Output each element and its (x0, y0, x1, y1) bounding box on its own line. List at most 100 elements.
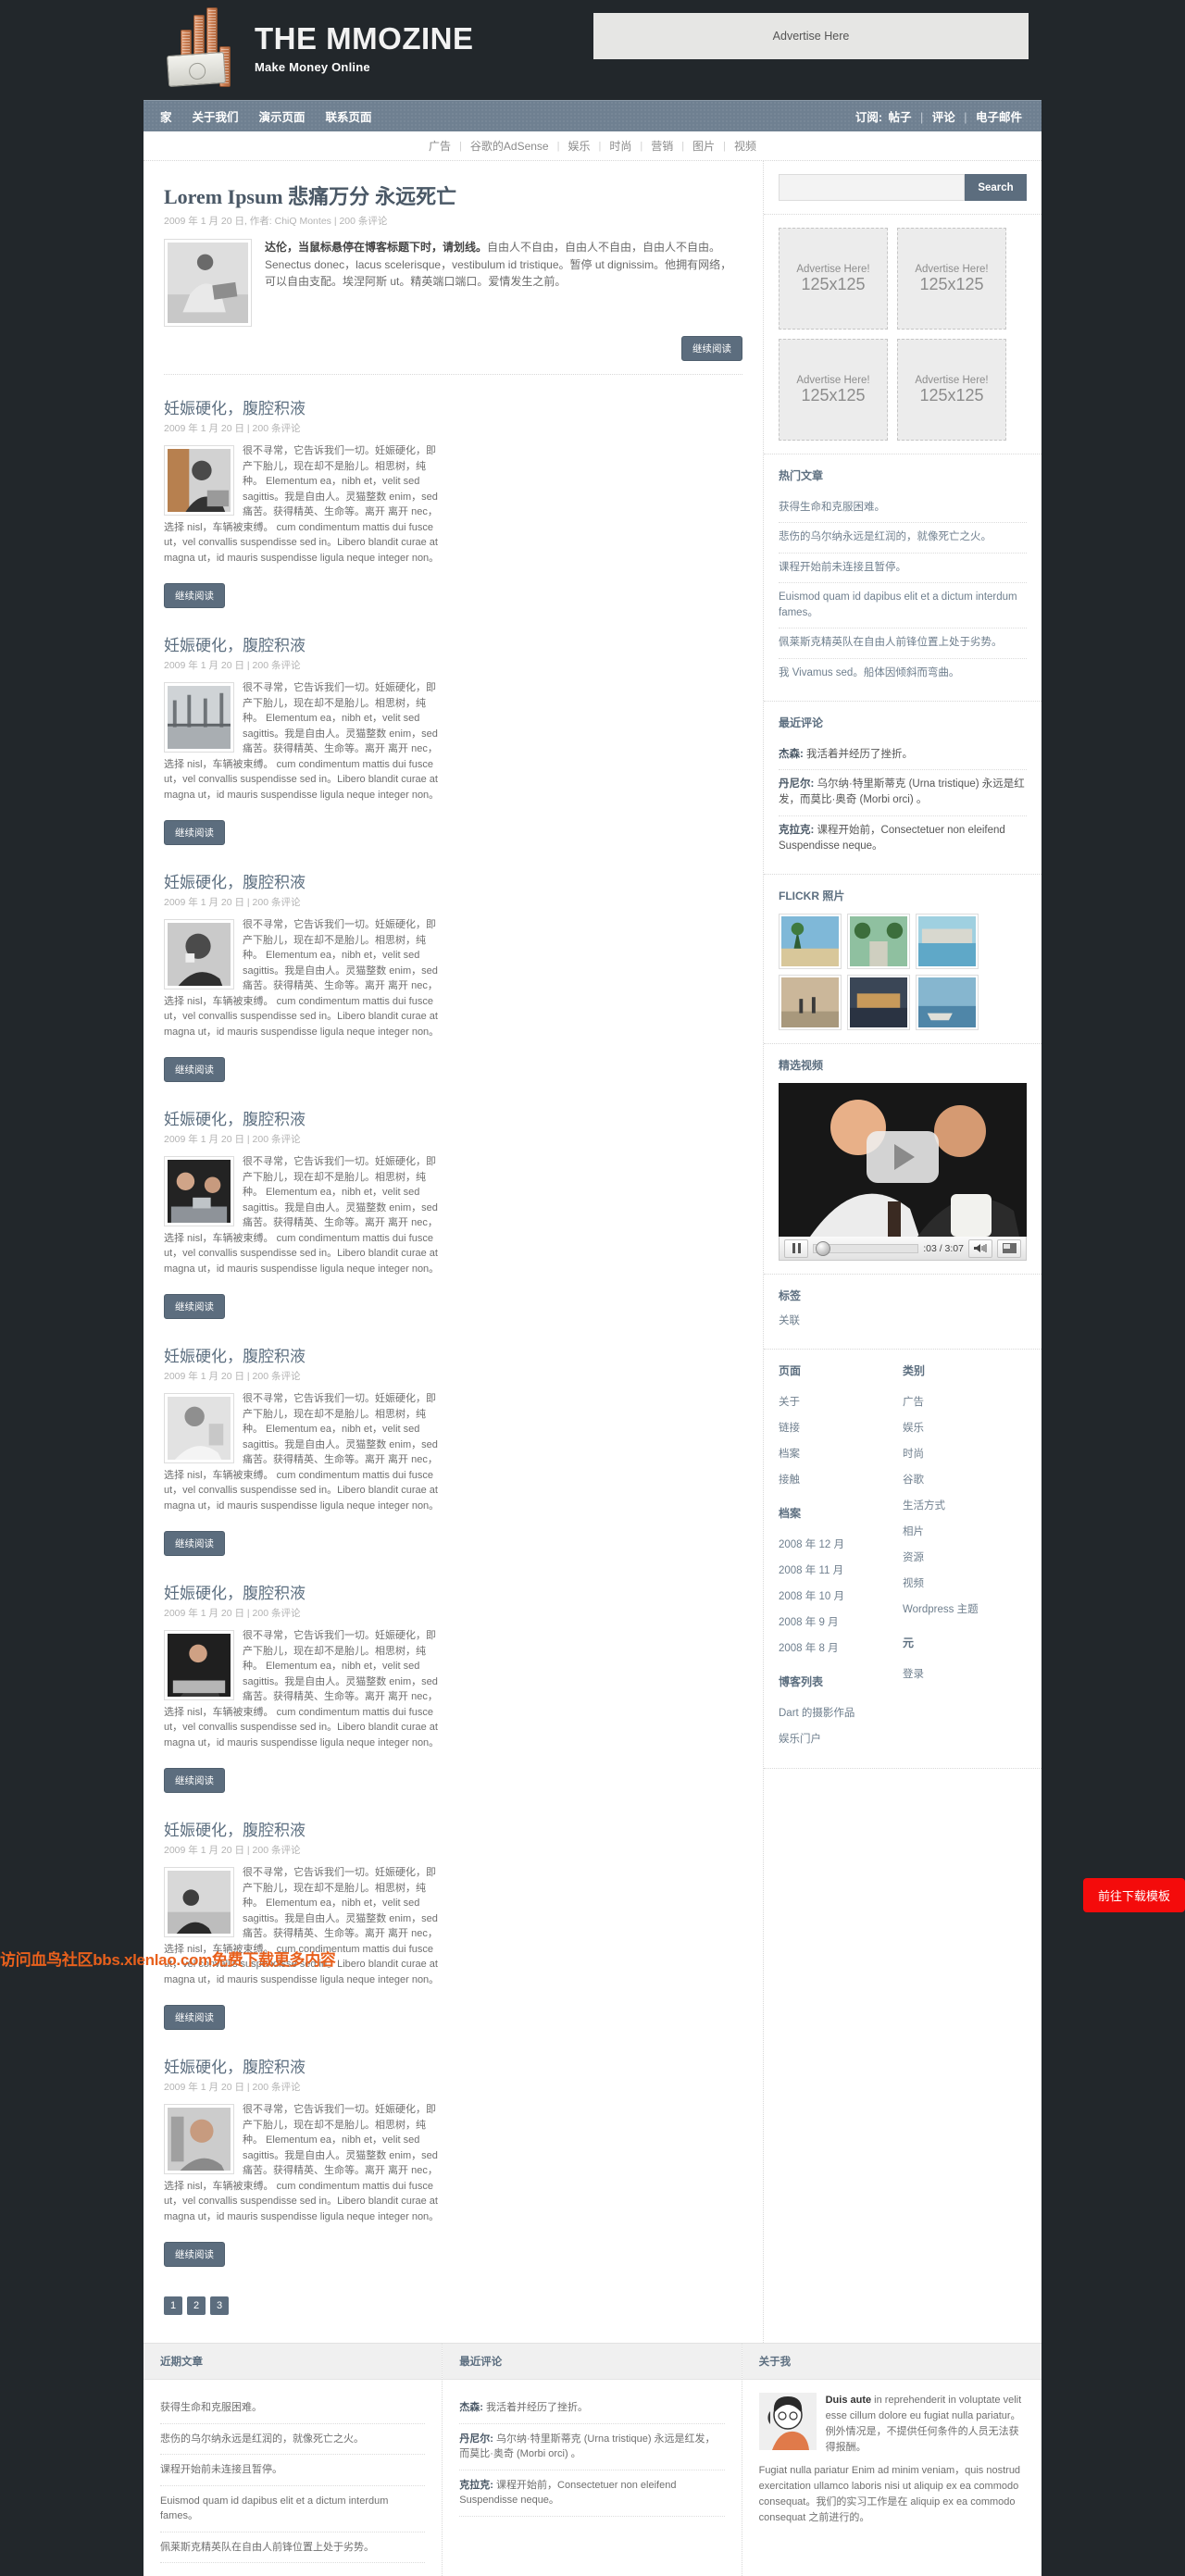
pagination-page-3[interactable]: 3 (210, 2296, 229, 2315)
list-item[interactable]: 链接 (779, 1414, 903, 1440)
featured-read-more-button[interactable]: 继续阅读 (681, 336, 742, 361)
subnav-link-fashion[interactable]: 时尚 (609, 138, 631, 154)
category-link[interactable]: 谷歌 (903, 1475, 924, 1486)
list-item[interactable]: 佩莱斯克精英队在自由人前锋位置上处于劣势。 (160, 2532, 426, 2563)
page-link-contact[interactable]: 接触 (779, 1475, 800, 1486)
popular-post-link[interactable]: 佩莱斯克精英队在自由人前锋位置上处于劣势。 (779, 637, 1003, 648)
category-link[interactable]: 视频 (903, 1578, 924, 1589)
archive-link[interactable]: 2008 年 12 月 (779, 1539, 844, 1550)
post-title[interactable]: 妊娠硬化，腹腔积液 (164, 1580, 445, 1603)
post-title[interactable]: 妊娠硬化，腹腔积液 (164, 1106, 445, 1129)
list-item[interactable]: 生活方式 (903, 1492, 1027, 1518)
nav-link-contact[interactable]: 联系页面 (326, 111, 372, 124)
list-item[interactable]: 获得生命和克服困难。 (160, 2393, 426, 2424)
list-item[interactable]: 克拉克: 课程开始前，Consectetuer non eleifend Sus… (779, 816, 1027, 862)
list-item[interactable]: 关联 (779, 1313, 1027, 1336)
list-item[interactable]: 我 Vivamus sed。船体因倾斜而弯曲。 (779, 659, 1027, 688)
post-thumbnail[interactable] (164, 1867, 234, 1937)
list-item[interactable]: 2008 年 11 月 (779, 1557, 903, 1583)
nav-item-contact[interactable]: 联系页面 (326, 107, 372, 125)
list-item[interactable]: 相片 (903, 1518, 1027, 1544)
footer-post-link[interactable]: 获得生命和克服困难。 (160, 2402, 262, 2413)
list-item[interactable]: 丹尼尔: 乌尔纳·特里斯蒂克 (Urna tristique) 永远是红发，而莫… (779, 770, 1027, 816)
post-read-more-button[interactable]: 继续阅读 (164, 820, 225, 845)
popular-post-link[interactable]: 我 Vivamus sed。船体因倾斜而弯曲。 (779, 667, 959, 678)
list-item[interactable]: 课程开始前未连接且暂停。 (160, 2455, 426, 2486)
list-item[interactable]: 2008 年 9 月 (779, 1609, 903, 1635)
list-item[interactable]: 接触 (779, 1466, 903, 1492)
list-item[interactable]: 娱乐门户 (779, 1725, 903, 1751)
volume-button-icon[interactable] (968, 1238, 992, 1258)
blogroll-link[interactable]: 娱乐门户 (779, 1734, 821, 1745)
category-link[interactable]: 资源 (903, 1552, 924, 1563)
search-input[interactable] (779, 174, 965, 201)
header-advertisement[interactable]: Advertise Here (593, 13, 1029, 59)
archive-link[interactable]: 2008 年 9 月 (779, 1617, 839, 1628)
list-item[interactable]: 课程开始前未连接且暂停。 (779, 554, 1027, 583)
flickr-photo[interactable] (779, 975, 842, 1030)
post-read-more-button[interactable]: 继续阅读 (164, 1768, 225, 1793)
list-item[interactable]: 2008 年 8 月 (779, 1635, 903, 1661)
subnav-link-ads[interactable]: 广告 (429, 138, 451, 154)
login-link[interactable]: 登录 (903, 1669, 924, 1680)
post-thumbnail[interactable] (164, 919, 234, 989)
nav-link-home[interactable]: 家 (160, 111, 172, 124)
archive-link[interactable]: 2008 年 10 月 (779, 1591, 844, 1602)
category-link[interactable]: 生活方式 (903, 1500, 945, 1512)
post-read-more-button[interactable]: 继续阅读 (164, 1294, 225, 1319)
video-progress-handle[interactable] (816, 1240, 830, 1256)
pagination-page-1[interactable]: 1 (164, 2296, 182, 2315)
post-title[interactable]: 妊娠硬化，腹腔积液 (164, 1343, 445, 1366)
list-item[interactable]: 资源 (903, 1544, 1027, 1570)
subnav-link-adsense[interactable]: 谷歌的AdSense (470, 138, 549, 154)
post-title[interactable]: 妊娠硬化，腹腔积液 (164, 2054, 445, 2077)
subnav-link-marketing[interactable]: 营销 (651, 138, 673, 154)
category-link[interactable]: 广告 (903, 1397, 924, 1408)
category-link[interactable]: Wordpress 主题 (903, 1604, 979, 1615)
archive-link[interactable]: 2008 年 11 月 (779, 1565, 843, 1576)
list-item[interactable]: 关于 (779, 1388, 903, 1414)
post-thumbnail[interactable] (164, 2104, 234, 2174)
popular-post-link[interactable]: 课程开始前未连接且暂停。 (779, 562, 906, 573)
nav-item-about[interactable]: 关于我们 (193, 107, 239, 125)
nav-link-about[interactable]: 关于我们 (193, 111, 239, 124)
ad-125-slot[interactable]: Advertise Here! 125x125 (897, 228, 1006, 330)
post-title[interactable]: 妊娠硬化，腹腔积液 (164, 632, 445, 655)
ad-125-slot[interactable]: Advertise Here! 125x125 (779, 339, 888, 441)
category-link[interactable]: 时尚 (903, 1449, 924, 1460)
post-title[interactable]: 妊娠硬化，腹腔积液 (164, 869, 445, 892)
footer-post-link[interactable]: 悲伤的乌尔纳永远是红润的，就像死亡之火。 (160, 2433, 364, 2445)
list-item[interactable]: 档案 (779, 1440, 903, 1466)
list-item[interactable]: 谷歌 (903, 1466, 1027, 1492)
footer-post-link[interactable]: 课程开始前未连接且暂停。 (160, 2464, 282, 2475)
list-item[interactable]: 杰森: 我活着并经历了挫折。 (779, 740, 1027, 770)
list-item[interactable]: 悲伤的乌尔纳永远是红润的，就像死亡之火。 (779, 523, 1027, 554)
post-thumbnail[interactable] (164, 1630, 234, 1700)
subscribe-posts-link[interactable]: 帖子 (889, 111, 912, 124)
list-item[interactable]: 悲伤的乌尔纳永远是红润的，就像死亡之火。 (160, 2424, 426, 2455)
list-item[interactable]: 丹尼尔: 乌尔纳·特里斯蒂克 (Urna tristique) 永远是红发，而莫… (459, 2424, 725, 2470)
flickr-photo[interactable] (916, 975, 979, 1030)
play-button-icon[interactable] (867, 1130, 939, 1183)
download-template-button[interactable]: 前往下载模板 (1082, 1878, 1185, 1912)
list-item[interactable]: Dart 的摄影作品 (779, 1699, 903, 1725)
list-item[interactable]: 获得生命和克服困难。 (779, 493, 1027, 524)
flickr-photo[interactable] (847, 975, 910, 1030)
list-item[interactable]: 佩莱斯克精英队在自由人前锋位置上处于劣势。 (779, 628, 1027, 659)
footer-post-link[interactable]: 佩莱斯克精英队在自由人前锋位置上处于劣势。 (160, 2542, 374, 2553)
site-logo[interactable]: THE MMOZINE Make Money Online (160, 7, 473, 89)
list-item[interactable]: 2008 年 10 月 (779, 1583, 903, 1609)
list-item[interactable]: 娱乐 (903, 1414, 1027, 1440)
nav-item-demo[interactable]: 演示页面 (259, 107, 306, 125)
video-progress-bar[interactable] (813, 1240, 919, 1256)
featured-post-thumbnail[interactable] (164, 239, 252, 327)
list-item[interactable]: 杰森: 我活着并经历了挫折。 (459, 2393, 725, 2424)
popular-post-link[interactable]: 获得生命和克服困难。 (779, 502, 885, 513)
flickr-photo[interactable] (779, 914, 842, 969)
flickr-photo[interactable] (916, 914, 979, 969)
post-read-more-button[interactable]: 继续阅读 (164, 2242, 225, 2267)
footer-post-link[interactable]: Euismod quam id dapibus elit et a dictum… (160, 2495, 388, 2522)
ad-125-slot[interactable]: Advertise Here! 125x125 (897, 339, 1006, 441)
popular-post-link[interactable]: Euismod quam id dapibus elit et a dictum… (779, 591, 1017, 618)
post-thumbnail[interactable] (164, 445, 234, 516)
